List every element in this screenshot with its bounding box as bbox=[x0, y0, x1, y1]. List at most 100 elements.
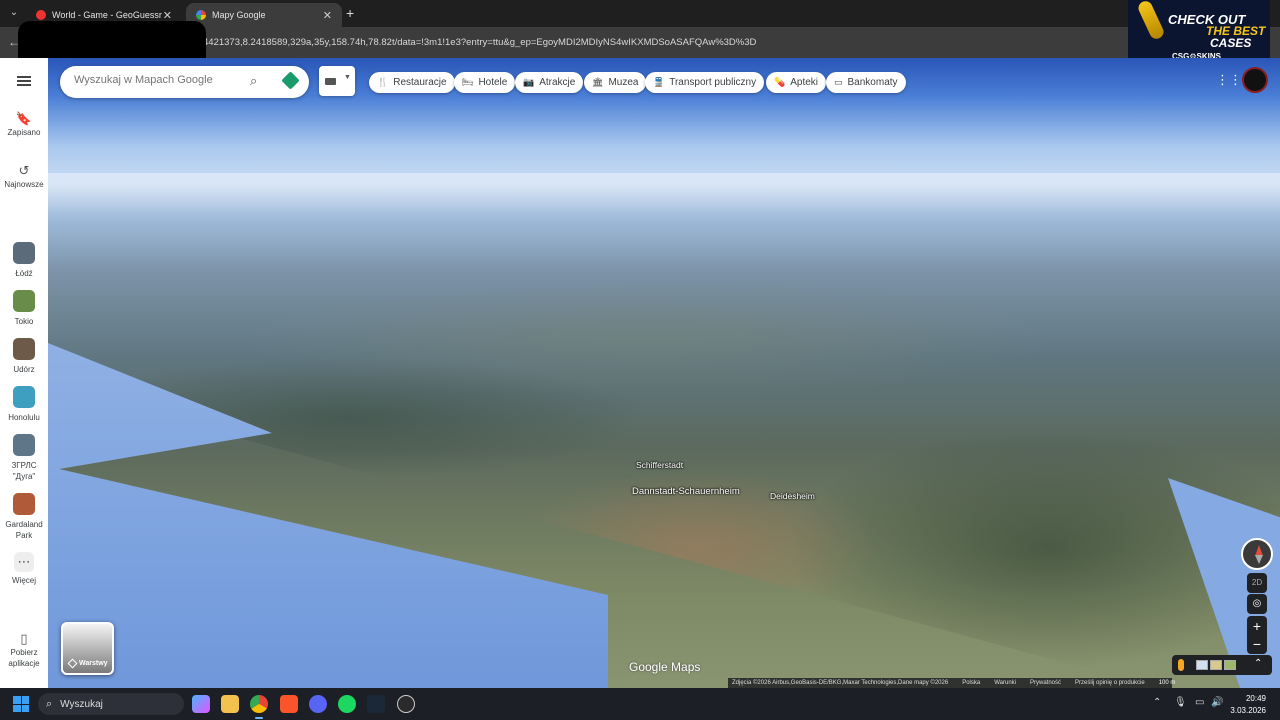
ad-banner[interactable]: CHECK OUT THE BEST CASES CSG⚙SKINS bbox=[1128, 0, 1270, 62]
more-button[interactable]: ⋯ Więcej bbox=[0, 552, 48, 586]
chip-atms[interactable]: ▭ Bankomaty bbox=[826, 72, 906, 93]
google-maps-favicon-icon bbox=[196, 10, 206, 20]
chip-pharmacies[interactable]: 💊 Apteki bbox=[766, 72, 827, 93]
chip-label: Transport publiczny bbox=[669, 77, 757, 88]
recent-place-honolulu[interactable]: Honolulu bbox=[0, 386, 48, 423]
history-icon: ↺ bbox=[18, 163, 30, 178]
imagery-tile-icon[interactable] bbox=[1210, 660, 1222, 670]
taskbar-clock[interactable]: 20:49 3.03.2026 bbox=[1226, 693, 1266, 717]
chip-transit[interactable]: 🚆 Transport publiczny bbox=[645, 72, 765, 93]
recent-place-gardaland[interactable]: Gardaland Park bbox=[0, 493, 48, 541]
place-thumbnail bbox=[13, 493, 35, 515]
file-explorer-icon[interactable] bbox=[221, 695, 239, 713]
chip-museums[interactable]: 🏛 Muzea bbox=[584, 72, 647, 93]
recent-place-udorz[interactable]: Udórz bbox=[0, 338, 48, 375]
search-box[interactable]: ⌕ bbox=[60, 66, 309, 98]
tab-google-maps[interactable]: Mapy Google ✕ bbox=[186, 3, 342, 27]
recent-place-lodz[interactable]: Łódź bbox=[0, 242, 48, 279]
search-icon: ⌕ bbox=[46, 697, 53, 710]
privacy-link[interactable]: Prywatność bbox=[1030, 680, 1061, 686]
pegman-icon[interactable] bbox=[1178, 659, 1184, 671]
chrome-icon[interactable] bbox=[250, 695, 268, 719]
directions-icon[interactable] bbox=[281, 71, 300, 90]
search-input[interactable] bbox=[74, 74, 244, 86]
tab-close-icon[interactable]: ✕ bbox=[323, 9, 332, 22]
compass-icon[interactable] bbox=[1241, 538, 1273, 570]
chip-label: Apteki bbox=[790, 77, 819, 88]
chip-hotels[interactable]: 🛏 Hotele bbox=[454, 72, 516, 93]
saved-label: Zapisano bbox=[7, 128, 41, 137]
imagery-tile-icon[interactable] bbox=[1224, 660, 1236, 670]
recent-place-tokio[interactable]: Tokio bbox=[0, 290, 48, 327]
spotify-icon[interactable] bbox=[338, 695, 356, 713]
chip-label: Muzea bbox=[608, 77, 639, 88]
bottom-right-controls: ⌃ bbox=[1172, 655, 1272, 675]
attribution-bar: Zdjęcia ©2026 Airbus,GeoBasis-DE/BKG,Max… bbox=[728, 678, 1175, 688]
tab-title: Mapy Google bbox=[212, 10, 266, 20]
recent-button[interactable]: ↺ Najnowsze bbox=[0, 163, 48, 190]
layers-label-group: Warstwy bbox=[67, 658, 108, 669]
chip-label: Bankomaty bbox=[847, 77, 898, 88]
new-tab-button[interactable]: + bbox=[346, 5, 354, 21]
geoguessr-favicon-icon bbox=[36, 10, 46, 20]
avatar[interactable] bbox=[1242, 67, 1268, 93]
fork-knife-icon: 🍴 bbox=[377, 77, 389, 87]
obs-icon[interactable] bbox=[397, 695, 415, 713]
pharmacy-icon: 💊 bbox=[774, 77, 786, 87]
country-link[interactable]: Polska bbox=[962, 680, 980, 686]
get-app-button[interactable]: ▯ Pobierz aplikacje bbox=[0, 632, 48, 669]
saved-button[interactable]: 🔖 Zapisano bbox=[0, 111, 48, 138]
place-thumbnail bbox=[13, 434, 35, 456]
tab-search-icon[interactable]: ⌄ bbox=[6, 5, 22, 21]
recent-label: Najnowsze bbox=[4, 180, 44, 189]
taskbar-search-label: Wyszukaj bbox=[60, 698, 103, 710]
layers-icon bbox=[67, 658, 78, 669]
imagery-credits[interactable]: Zdjęcia ©2026 Airbus,GeoBasis-DE/BKG,Max… bbox=[732, 680, 948, 686]
input-tools-button[interactable]: ▼ bbox=[319, 66, 355, 96]
chip-restaurants[interactable]: 🍴 Restauracje bbox=[369, 72, 455, 93]
chip-attractions[interactable]: 📷 Atrakcje bbox=[515, 72, 584, 93]
place-thumbnail bbox=[13, 386, 35, 408]
imagery-tile-icon[interactable] bbox=[1196, 660, 1208, 670]
zoom-out-button[interactable]: − bbox=[1247, 634, 1267, 654]
taskbar-search[interactable]: ⌕ Wyszukaj bbox=[38, 693, 184, 715]
expand-icon[interactable]: ⌃ bbox=[1254, 658, 1262, 669]
bookmark-icon: 🔖 bbox=[15, 111, 33, 126]
windows-taskbar: ⌕ Wyszukaj ⌃ 🎙 ▭ 🔊 20:49 3.03.2026 bbox=[0, 688, 1280, 720]
place-label[interactable]: Dannstadt-Schauernheim bbox=[632, 486, 740, 497]
more-dots-icon: ⋯ bbox=[14, 552, 34, 572]
microphone-icon[interactable]: 🎙 bbox=[1174, 697, 1187, 708]
zoom-in-button[interactable]: + bbox=[1247, 616, 1267, 636]
recent-place-duga[interactable]: ЗГРЛС "Дуга" bbox=[0, 434, 48, 482]
discord-icon[interactable] bbox=[309, 695, 327, 713]
my-location-icon[interactable]: ◎ bbox=[1247, 594, 1267, 614]
menu-icon[interactable] bbox=[17, 76, 31, 86]
clock-date: 3.03.2026 bbox=[1230, 706, 1266, 715]
search-icon[interactable]: ⌕ bbox=[250, 73, 257, 89]
tray-chevron-icon[interactable]: ⌃ bbox=[1153, 697, 1161, 708]
get-app-label: Pobierz aplikacje bbox=[8, 648, 40, 668]
place-thumbnail bbox=[13, 242, 35, 264]
chip-label: Hotele bbox=[478, 77, 508, 88]
copilot-icon[interactable] bbox=[192, 695, 210, 713]
layers-button[interactable]: Warstwy bbox=[61, 622, 114, 675]
volume-icon[interactable]: 🔊 bbox=[1211, 697, 1223, 708]
camera-icon: 📷 bbox=[523, 77, 535, 87]
map-canvas[interactable]: Schifferstadt Dannstadt-Schauernheim Dei… bbox=[48, 58, 1280, 688]
place-label: Gardaland Park bbox=[5, 520, 43, 540]
scale-bar[interactable]: 100 m bbox=[1159, 680, 1176, 686]
horizon-haze bbox=[48, 173, 1280, 213]
toggle-2d-button[interactable]: 2D bbox=[1247, 573, 1267, 593]
place-label[interactable]: Schifferstadt bbox=[636, 460, 683, 470]
steam-icon[interactable] bbox=[367, 695, 385, 713]
chip-label: Atrakcje bbox=[539, 77, 576, 88]
maps-sidebar: 🔖 Zapisano ↺ Najnowsze Łódź Tokio Udórz … bbox=[0, 58, 48, 688]
network-icon[interactable]: ▭ bbox=[1195, 697, 1204, 708]
windows-start-icon[interactable] bbox=[13, 696, 29, 712]
feedback-link[interactable]: Prześlij opinię o produkcie bbox=[1075, 680, 1145, 686]
terms-link[interactable]: Warunki bbox=[994, 680, 1016, 686]
place-label[interactable]: Deidesheim bbox=[770, 491, 815, 501]
brave-icon[interactable] bbox=[280, 695, 298, 713]
url-field[interactable]: 4421373,8.2418589,329a,35y,158.74h,78.82… bbox=[203, 37, 756, 48]
tab-close-icon[interactable]: ✕ bbox=[163, 9, 172, 22]
